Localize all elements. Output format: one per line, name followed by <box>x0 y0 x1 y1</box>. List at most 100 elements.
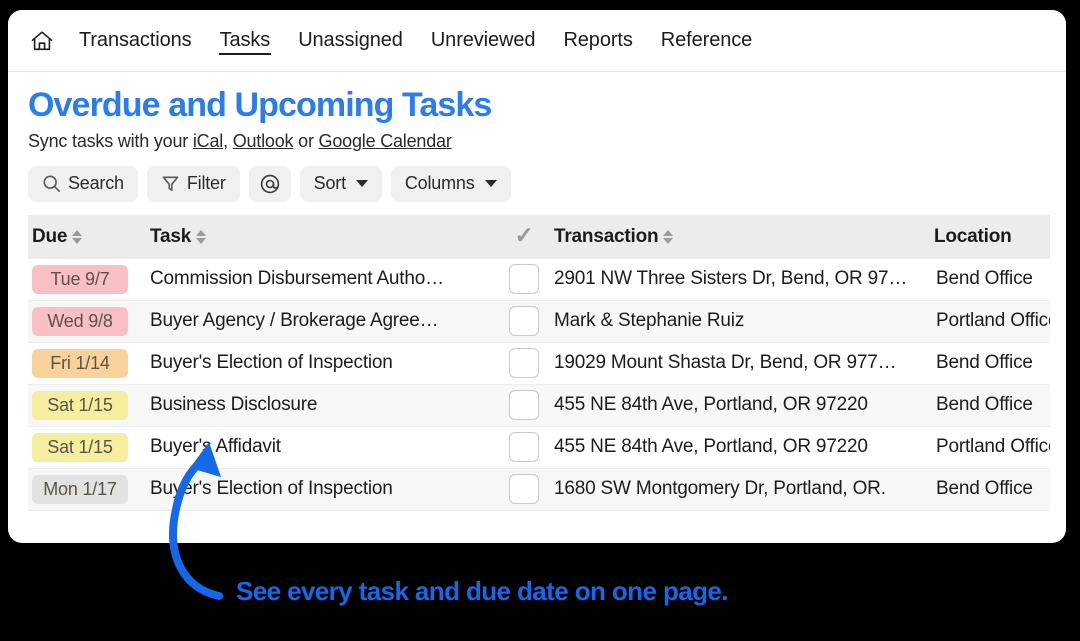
column-header-transaction[interactable]: Transaction <box>550 214 930 259</box>
cell-transaction[interactable]: Mark & Stephanie Ruiz <box>550 300 930 343</box>
table-row[interactable]: Wed 9/8 Buyer Agency / Brokerage Agree… Ma… <box>28 300 1050 343</box>
nav-item-transactions[interactable]: Transactions <box>78 27 193 54</box>
cell-task[interactable]: Buyer's Election of Inspection <box>146 342 498 385</box>
cell-due: Sat 1/15 <box>28 384 146 427</box>
cell-task[interactable]: Commission Disbursement Autho… <box>146 258 498 301</box>
page-title: Overdue and Upcoming Tasks <box>28 86 492 124</box>
column-header-checkmark[interactable]: ✓ <box>498 214 550 259</box>
column-header-location-label: Location <box>934 225 1012 247</box>
table-header: Due Task ✓ Transaction Location <box>28 214 1050 259</box>
column-header-transaction-label: Transaction <box>554 225 659 247</box>
cell-transaction[interactable]: 19029 Mount Shasta Dr, Bend, OR 977… <box>550 342 930 385</box>
cell-location: Bend Office <box>930 342 1050 385</box>
search-icon <box>42 174 61 193</box>
cell-checkbox <box>498 426 550 469</box>
column-header-due[interactable]: Due <box>28 214 146 259</box>
top-navigation: Transactions Tasks Unassigned Unreviewed… <box>8 10 1066 72</box>
cell-due: Sat 1/15 <box>28 426 146 469</box>
nav-item-reports[interactable]: Reports <box>562 27 633 54</box>
cell-task[interactable]: Business Disclosure <box>146 384 498 427</box>
cell-checkbox <box>498 468 550 511</box>
table-toolbar: Search Filter Sort Columns <box>28 165 1050 202</box>
table-row[interactable]: Tue 9/7 Commission Disbursement Autho… 290… <box>28 258 1050 301</box>
task-complete-checkbox[interactable] <box>509 264 539 295</box>
cell-due: Wed 9/8 <box>28 300 146 343</box>
table-row[interactable]: Fri 1/14 Buyer's Election of Inspection 19… <box>28 342 1050 385</box>
tasks-table: Due Task ✓ Transaction Location Tue 9/7 … <box>28 214 1050 511</box>
checkmark-icon: ✓ <box>514 222 534 249</box>
task-complete-checkbox[interactable] <box>509 390 539 421</box>
columns-button[interactable]: Columns <box>390 165 511 202</box>
cell-transaction[interactable]: 455 NE 84th Ave, Portland, OR 97220 <box>550 384 930 427</box>
search-button-label: Search <box>68 173 124 194</box>
due-date-badge: Wed 9/8 <box>32 306 128 336</box>
table-row[interactable]: Sat 1/15 Buyer's Affidavit 455 NE 84th Ave… <box>28 426 1050 469</box>
sync-link-google-calendar[interactable]: Google Calendar <box>319 131 452 151</box>
sync-link-ical[interactable]: iCal <box>193 131 223 151</box>
mentions-button[interactable] <box>248 165 291 202</box>
sync-link-outlook[interactable]: Outlook <box>233 131 294 151</box>
column-header-task[interactable]: Task <box>146 214 498 259</box>
home-icon[interactable] <box>22 21 62 61</box>
cell-due: Mon 1/17 <box>28 468 146 511</box>
cell-task[interactable]: Buyer's Affidavit <box>146 426 498 469</box>
sync-comma: , <box>223 130 233 151</box>
cell-task[interactable]: Buyer's Election of Inspection <box>146 468 498 511</box>
cell-location: Bend Office <box>930 258 1050 301</box>
sync-or-text: or <box>293 130 319 151</box>
filter-button-label: Filter <box>186 173 226 194</box>
filter-button[interactable]: Filter <box>146 165 240 202</box>
table-row[interactable]: Mon 1/17 Buyer's Election of Inspection 16… <box>28 468 1050 511</box>
nav-item-unreviewed[interactable]: Unreviewed <box>430 27 537 54</box>
cell-due: Tue 9/7 <box>28 258 146 301</box>
chevron-down-icon <box>484 180 497 188</box>
due-date-badge: Sat 1/15 <box>32 390 128 420</box>
column-header-task-label: Task <box>150 225 192 247</box>
column-header-due-label: Due <box>32 225 68 247</box>
cell-location: Portland Office <box>930 300 1050 343</box>
cell-checkbox <box>498 300 550 343</box>
task-complete-checkbox[interactable] <box>509 474 539 505</box>
sort-arrows-icon[interactable] <box>72 229 83 244</box>
task-complete-checkbox[interactable] <box>509 348 539 379</box>
table-body: Tue 9/7 Commission Disbursement Autho… 290… <box>28 258 1050 511</box>
sync-prefix-text: Sync tasks with your <box>28 130 193 151</box>
cell-location: Portland Office <box>930 426 1050 469</box>
due-date-badge: Fri 1/14 <box>32 348 128 378</box>
nav-item-reference[interactable]: Reference <box>660 27 753 54</box>
cell-transaction[interactable]: 2901 NW Three Sisters Dr, Bend, OR 97… <box>550 258 930 301</box>
sort-arrows-icon[interactable] <box>663 229 674 244</box>
cell-due: Fri 1/14 <box>28 342 146 385</box>
cell-task[interactable]: Buyer Agency / Brokerage Agree… <box>146 300 498 343</box>
column-header-location[interactable]: Location <box>930 214 1050 259</box>
screenshot-canvas: Transactions Tasks Unassigned Unreviewed… <box>0 0 1080 641</box>
chevron-down-icon <box>355 180 368 188</box>
task-complete-checkbox[interactable] <box>509 432 539 463</box>
table-row[interactable]: Sat 1/15 Business Disclosure 455 NE 84th A… <box>28 384 1050 427</box>
due-date-badge: Sat 1/15 <box>32 432 128 462</box>
cell-location: Bend Office <box>930 384 1050 427</box>
app-window: Transactions Tasks Unassigned Unreviewed… <box>8 10 1066 543</box>
filter-icon <box>161 174 180 193</box>
cell-checkbox <box>498 258 550 301</box>
sort-button[interactable]: Sort <box>299 165 382 202</box>
page-body: Overdue and Upcoming Tasks Sync tasks wi… <box>8 72 1066 511</box>
table-header-row: Due Task ✓ Transaction Location <box>28 214 1050 259</box>
search-button[interactable]: Search <box>28 165 138 202</box>
nav-item-tasks[interactable]: Tasks <box>218 27 272 55</box>
task-complete-checkbox[interactable] <box>509 306 539 337</box>
due-date-badge: Mon 1/17 <box>32 474 128 504</box>
sort-arrows-icon[interactable] <box>196 229 207 244</box>
cell-checkbox <box>498 342 550 385</box>
sort-button-label: Sort <box>313 173 346 194</box>
cell-location: Bend Office <box>930 468 1050 511</box>
cell-transaction[interactable]: 1680 SW Montgomery Dr, Portland, OR. <box>550 468 930 511</box>
annotation-callout-text: See every task and due date on one page. <box>236 576 728 606</box>
due-date-badge: Tue 9/7 <box>32 264 128 294</box>
columns-button-label: Columns <box>404 173 475 194</box>
nav-item-unassigned[interactable]: Unassigned <box>297 27 404 54</box>
cell-transaction[interactable]: 455 NE 84th Ave, Portland, OR 97220 <box>550 426 930 469</box>
cell-checkbox <box>498 384 550 427</box>
at-sign-icon <box>259 173 281 195</box>
sync-calendar-line: Sync tasks with your iCal, Outlook or Go… <box>28 131 1050 152</box>
